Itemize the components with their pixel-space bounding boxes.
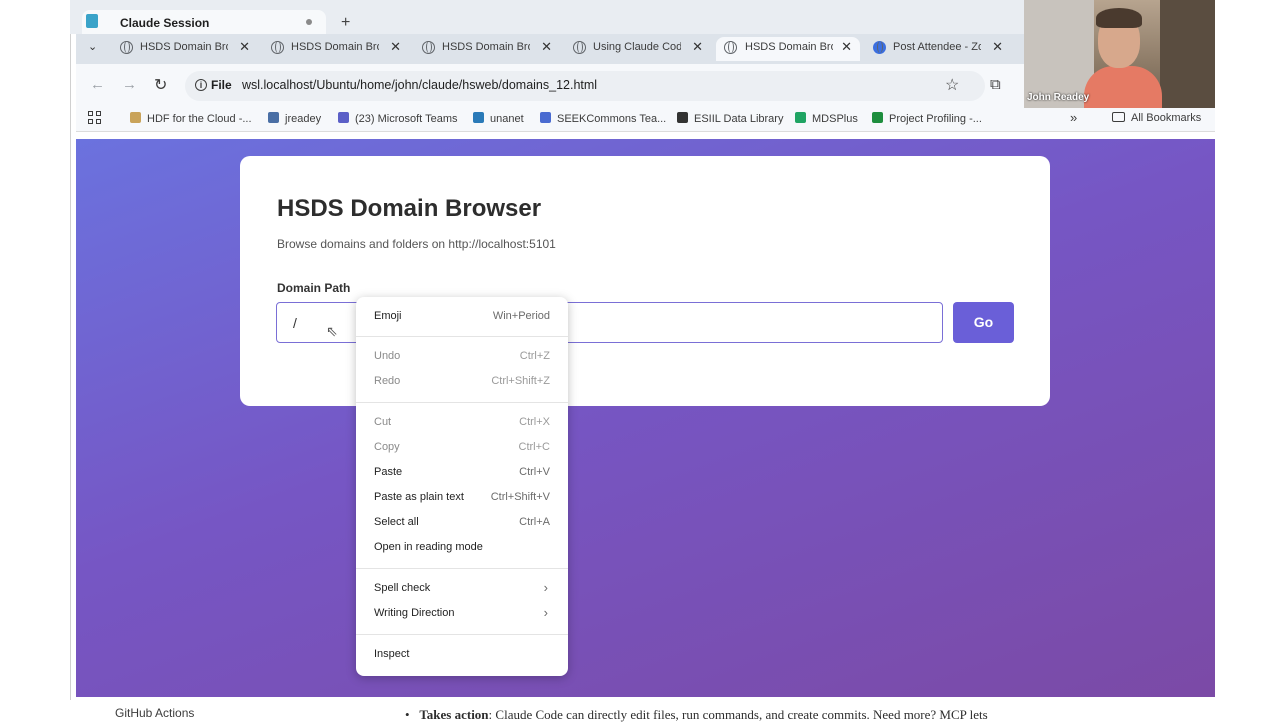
chevron-right-icon: › xyxy=(543,580,548,595)
new-session-tab-button[interactable]: + xyxy=(341,14,350,32)
menu-item-cut[interactable]: Cut Ctrl+X xyxy=(374,416,550,428)
zoom-icon xyxy=(873,41,886,54)
browser-tab[interactable]: HSDS Domain Browser ✕ xyxy=(120,37,250,61)
domain-path-label: Domain Path xyxy=(277,281,351,295)
bookmark-favicon-icon xyxy=(677,112,688,123)
menu-item-spell-check[interactable]: Spell check › xyxy=(374,580,550,595)
url-text[interactable]: wsl.localhost/Ubuntu/home/john/claude/hs… xyxy=(242,78,597,92)
bookmark-star-icon[interactable]: ☆ xyxy=(945,75,959,95)
forward-arrow-icon[interactable]: → xyxy=(122,76,137,93)
browser-tab[interactable]: Post Attendee - Zoom ✕ xyxy=(873,37,1003,61)
unsaved-dot-icon xyxy=(306,19,312,25)
bookmark-item[interactable]: SEEKCommons Tea... xyxy=(540,112,666,125)
menu-item-select-all[interactable]: Select all Ctrl+A xyxy=(374,516,550,528)
more-bookmarks-chevron-icon[interactable]: » xyxy=(1070,110,1077,125)
globe-icon xyxy=(271,41,284,54)
bookmark-item[interactable]: jreadey xyxy=(268,112,321,125)
apps-grid-icon[interactable] xyxy=(88,111,102,125)
reload-icon[interactable]: ↻ xyxy=(154,75,167,95)
session-tab-label: Claude Session xyxy=(120,16,210,30)
tab-title: Using Claude Code xyxy=(593,41,681,53)
tab-title: HSDS Domain Browser xyxy=(442,41,530,53)
menu-item-copy[interactable]: Copy Ctrl+C xyxy=(374,441,550,453)
globe-icon xyxy=(120,41,133,54)
sheets-icon xyxy=(872,112,883,123)
close-tab-icon[interactable]: ✕ xyxy=(390,39,401,55)
browser-tab[interactable]: Using Claude Code ✕ xyxy=(573,37,703,61)
bookmark-item[interactable]: HDF for the Cloud -... xyxy=(130,112,252,125)
background-document-text: • Takes action: Claude Code can directly… xyxy=(405,707,988,722)
tab-title: HSDS Domain Browser xyxy=(291,41,379,53)
menu-divider xyxy=(356,336,568,337)
folder-icon xyxy=(1112,112,1125,122)
chevron-right-icon: › xyxy=(543,605,548,620)
close-tab-icon[interactable]: ✕ xyxy=(841,39,852,55)
close-tab-icon[interactable]: ✕ xyxy=(692,39,703,55)
notepad-icon xyxy=(86,14,98,28)
background-sidebar-text: GitHub Actions xyxy=(115,706,195,720)
all-bookmarks-button[interactable]: All Bookmarks xyxy=(1112,112,1201,124)
frame-left-margin xyxy=(0,0,70,720)
bookmark-item[interactable]: Project Profiling -... xyxy=(872,112,982,125)
scheme-chip[interactable]: File xyxy=(211,78,232,92)
extensions-puzzle-icon[interactable]: ⧉ xyxy=(990,76,1001,93)
bookmark-favicon-icon xyxy=(268,112,279,123)
menu-divider xyxy=(356,634,568,635)
tab-title: HSDS Domain Browser xyxy=(745,41,833,53)
globe-icon xyxy=(422,41,435,54)
frame-right-margin xyxy=(1215,108,1280,720)
menu-divider xyxy=(356,568,568,569)
menu-item-paste[interactable]: Paste Ctrl+V xyxy=(374,466,550,478)
page-subtitle: Browse domains and folders on http://loc… xyxy=(277,237,556,251)
browser-tab[interactable]: HSDS Domain Browser ✕ xyxy=(422,37,552,61)
go-button[interactable]: Go xyxy=(953,302,1014,343)
webcam-person xyxy=(1096,8,1142,28)
globe-icon xyxy=(724,41,737,54)
webcam-name-label: John Readey xyxy=(1027,92,1090,103)
info-icon[interactable]: i xyxy=(195,79,207,91)
close-tab-icon[interactable]: ✕ xyxy=(239,39,250,55)
tab-title: HSDS Domain Browser xyxy=(140,41,228,53)
menu-divider xyxy=(356,402,568,403)
tab-search-chevron-icon[interactable]: ⌄ xyxy=(88,40,97,53)
menu-item-writing-direction[interactable]: Writing Direction › xyxy=(374,605,550,620)
doc-icon xyxy=(540,112,551,123)
close-tab-icon[interactable]: ✕ xyxy=(992,39,1003,55)
tab-title: Post Attendee - Zoom xyxy=(893,41,981,53)
site-icon xyxy=(573,41,586,54)
browser-tab[interactable]: HSDS Domain Browser ✕ xyxy=(271,37,401,61)
menu-item-undo[interactable]: Undo Ctrl+Z xyxy=(374,350,550,362)
teams-icon xyxy=(338,112,349,123)
session-tab[interactable]: Claude Session xyxy=(82,10,326,34)
bookmark-favicon-icon xyxy=(130,112,141,123)
close-tab-icon[interactable]: ✕ xyxy=(541,39,552,55)
menu-item-reading-mode[interactable]: Open in reading mode xyxy=(374,541,550,553)
menu-item-paste-plain[interactable]: Paste as plain text Ctrl+Shift+V xyxy=(374,491,550,503)
back-arrow-icon[interactable]: ← xyxy=(90,76,105,93)
browser-tab-active[interactable]: HSDS Domain Browser ✕ xyxy=(716,37,860,61)
menu-item-redo[interactable]: Redo Ctrl+Shift+Z xyxy=(374,375,550,387)
bookmark-item[interactable]: ESIIL Data Library xyxy=(677,112,783,125)
webcam-person xyxy=(1084,66,1162,108)
bookmark-item[interactable]: (23) Microsoft Teams xyxy=(338,112,458,125)
mouse-cursor-icon: ⇖ xyxy=(326,323,338,339)
bookmark-item[interactable]: MDSPlus xyxy=(795,112,858,125)
webcam-background xyxy=(1160,0,1215,108)
menu-item-inspect[interactable]: Inspect xyxy=(374,648,550,660)
drive-icon xyxy=(795,112,806,123)
bookmark-item[interactable]: unanet xyxy=(473,112,524,125)
bookmark-favicon-icon xyxy=(473,112,484,123)
page-title: HSDS Domain Browser xyxy=(277,195,542,222)
menu-item-emoji[interactable]: Emoji Win+Period xyxy=(374,310,550,322)
